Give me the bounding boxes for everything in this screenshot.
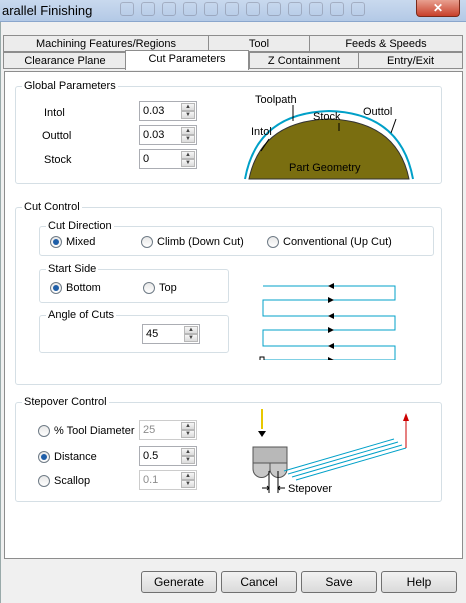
outtol-pointer [390,118,397,134]
direction-arrows [328,283,334,360]
intol-text: Intol [251,126,272,138]
conventional-label[interactable]: Conventional (Up Cut) [283,236,392,248]
intol-input[interactable]: 0.03 ▲ ▼ [139,101,197,121]
global-parameters-group: Global Parameters Intol 0.03 ▲ ▼ Outtol 0.… [15,80,442,184]
outtol-text: Outtol [363,106,392,118]
tolerance-diagram: Toolpath Stock Outtol Intol Part Geometr… [244,94,414,180]
outtol-input[interactable]: 0.03 ▲ ▼ [139,125,197,145]
distance-radio[interactable] [38,451,50,463]
stepover-text: Stepover [288,483,332,495]
angle-of-cuts-group: Angle of Cuts 45 ▲ ▼ [39,309,229,353]
start-side-diagram [259,283,396,360]
dialog-body: Machining Features/Regions Tool Feeds & … [0,22,466,603]
stepover-passes [283,438,407,481]
angle-of-cuts-title: Angle of Cuts [46,309,117,321]
retract-arrow [403,413,409,421]
close-button[interactable]: ✕ [416,0,460,17]
start-side-title: Start Side [46,263,99,275]
stepover-dim-arrows [262,485,285,491]
scallop-radio[interactable] [38,475,50,487]
cancel-button[interactable]: Cancel [221,571,297,593]
tab-entry-exit[interactable]: Entry/Exit [358,52,463,69]
tool-diameter-input[interactable]: 25 ▲ ▼ [139,420,197,440]
outtol-label: Outtol [42,130,72,142]
stock-text: Stock [313,111,341,123]
climb-radio[interactable] [141,236,153,248]
scallop-label[interactable]: Scallop [54,475,90,487]
bottom-radio[interactable] [50,282,62,294]
tab-z-containment[interactable]: Z Containment [249,52,359,69]
scallop-input[interactable]: 0.1 ▲ ▼ [139,470,197,490]
start-side-group: Start Side Bottom Top [39,263,229,303]
climb-label[interactable]: Climb (Down Cut) [157,236,244,248]
help-button[interactable]: Help [381,571,457,593]
stock-label: Stock [44,154,72,166]
zigzag-toolpath [262,285,396,360]
cut-control-title: Cut Control [22,201,82,213]
toolpath-text: Toolpath [255,94,297,106]
mixed-label[interactable]: Mixed [66,236,95,248]
start-point-marker [259,356,265,360]
intol-label: Intol [44,107,65,119]
stepover-diagram: Stepover [252,409,409,495]
top-label[interactable]: Top [159,282,177,294]
stepover-control-title: Stepover Control [22,396,109,408]
tab-feeds-speeds[interactable]: Feeds & Speeds [309,35,463,52]
window-title: arallel Finishing [2,3,93,18]
conventional-radio[interactable] [267,236,279,248]
distance-label[interactable]: Distance [54,451,97,463]
tool-diameter-label[interactable]: % Tool Diameter [54,425,135,437]
bottom-label[interactable]: Bottom [66,282,101,294]
plunge-arrow [258,431,266,437]
cut-direction-group: Cut Direction Mixed Climb (Down Cut) Con… [39,220,434,256]
stepover-control-group: Stepover Control % Tool Diameter 25 ▲ ▼ Di… [15,396,442,502]
ball-mill-shank [252,446,288,464]
angle-input[interactable]: 45 ▲ ▼ [142,324,200,344]
cut-direction-title: Cut Direction [46,220,114,232]
tab-cut-parameters[interactable]: Cut Parameters [125,50,249,70]
toolbar-icons [120,2,410,18]
stock-input[interactable]: 0 ▲ ▼ [139,149,197,169]
ball-mill-tool [252,462,288,478]
generate-button[interactable]: Generate [141,571,217,593]
save-button[interactable]: Save [301,571,377,593]
cut-control-group: Cut Control Cut Direction Mixed Climb (D… [15,201,442,385]
title-bar: arallel Finishing ✕ [0,0,466,22]
tool-diameter-radio[interactable] [38,425,50,437]
distance-input[interactable]: 0.5 ▲ ▼ [139,446,197,466]
tab-page: Global Parameters Intol 0.03 ▲ ▼ Outtol 0.… [4,71,463,559]
mixed-radio[interactable] [50,236,62,248]
part-geometry-text: Part Geometry [289,162,361,174]
tab-clearance-plane[interactable]: Clearance Plane [3,52,127,69]
top-radio[interactable] [143,282,155,294]
global-parameters-title: Global Parameters [22,80,118,92]
